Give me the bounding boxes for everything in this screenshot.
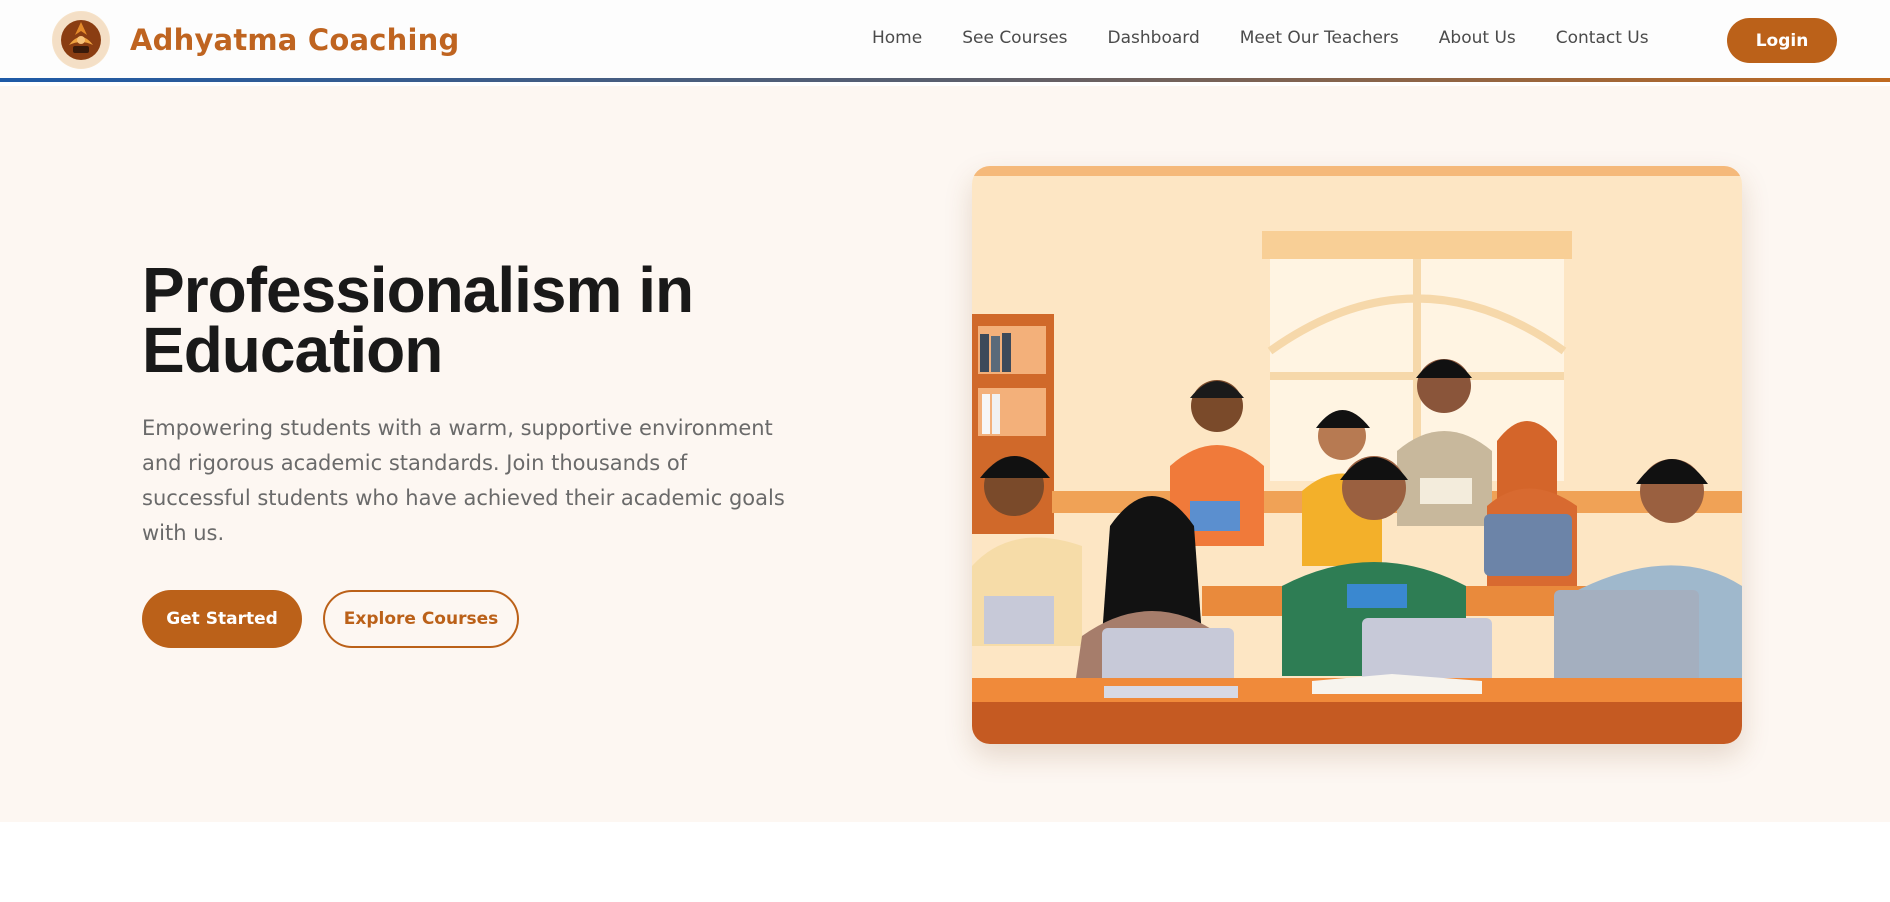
navbar: Adhyatma Coaching Home See Courses Dashb… bbox=[0, 0, 1890, 82]
nav-see-courses[interactable]: See Courses bbox=[962, 28, 1067, 48]
hero-subtitle: Empowering students with a warm, support… bbox=[142, 416, 785, 545]
nav-dashboard[interactable]: Dashboard bbox=[1108, 28, 1200, 48]
hero-title: Professionalism in Education bbox=[142, 254, 694, 386]
main-nav: Home See Courses Dashboard Meet Our Teac… bbox=[872, 28, 1689, 48]
emblem-logo-icon bbox=[52, 11, 110, 69]
brand-name[interactable]: Adhyatma Coaching bbox=[130, 23, 459, 57]
nav-home[interactable]: Home bbox=[872, 28, 922, 48]
header-accent-line bbox=[0, 78, 1890, 82]
login-button[interactable]: Login bbox=[1727, 18, 1837, 63]
nav-about-us[interactable]: About Us bbox=[1439, 28, 1516, 48]
get-started-button[interactable]: Get Started bbox=[142, 590, 302, 648]
nav-contact-us[interactable]: Contact Us bbox=[1556, 28, 1649, 48]
explore-courses-button[interactable]: Explore Courses bbox=[323, 590, 519, 648]
hero-section: Professionalism in Education Empowering … bbox=[0, 86, 1890, 822]
classroom-illustration bbox=[972, 166, 1742, 744]
page-footer-space bbox=[0, 822, 1890, 902]
brand-link[interactable]: Adhyatma Coaching bbox=[52, 11, 459, 69]
nav-meet-our-teachers[interactable]: Meet Our Teachers bbox=[1240, 28, 1399, 48]
